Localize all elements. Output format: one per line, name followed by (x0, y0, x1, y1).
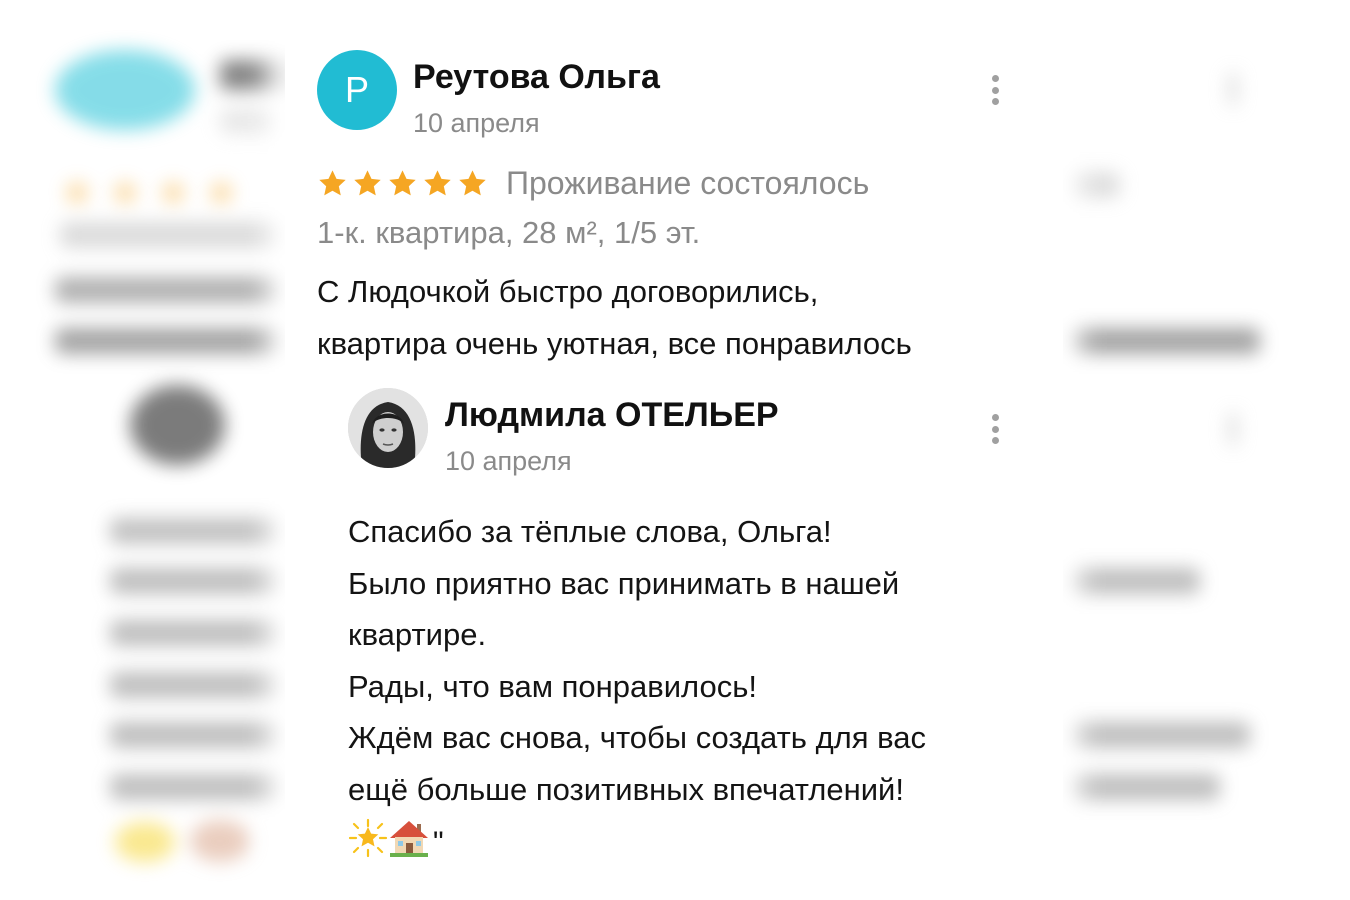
reply-text-line: Спасибо за тёплые слова, Ольга! (348, 514, 832, 549)
reviewer-name[interactable]: Реутова Ольга (413, 58, 660, 97)
reply-text: Спасибо за тёплые слова, Ольга! Было при… (348, 506, 1048, 815)
star-icon (354, 170, 381, 196)
blurred-text-line (110, 518, 285, 544)
review-text: С Людочкой быстро договорились, квартира… (317, 266, 1047, 370)
review-text-line: С Людочкой быстро договорились, (317, 274, 819, 309)
blurred-text-line (110, 774, 285, 800)
reply-date: 10 апреля (445, 446, 572, 476)
blurred-menu (1228, 72, 1238, 106)
blurred-stars: ★★★★ (60, 172, 253, 214)
blurred-menu (1228, 412, 1238, 446)
reply-text-line: Ждём вас снова, чтобы создать для вас (348, 720, 927, 755)
glowing-star-icon (348, 818, 388, 858)
star-icon (459, 170, 486, 196)
review-date: 10 апреля (413, 108, 540, 138)
blurred-text-line (1065, 328, 1260, 354)
reply-text-line: ещё больше позитивных впечатлений! (348, 771, 904, 807)
review-text-line: квартира очень уютная, все понравилось (317, 326, 912, 361)
blurred-date-line (220, 108, 280, 134)
reviewer-avatar[interactable]: Р (317, 50, 397, 130)
more-vertical-icon[interactable] (992, 414, 1000, 444)
blurred-text-line (1065, 568, 1200, 594)
star-rating (317, 168, 488, 199)
blurred-avatar (55, 50, 195, 130)
blurred-text-line (1065, 774, 1220, 800)
blurred-reply-avatar (130, 385, 225, 465)
reply-text-line: Рады, что вам понравилось! (348, 668, 757, 704)
blurred-text-line (55, 328, 285, 354)
trailing-quote: " (433, 826, 444, 859)
house-icon (390, 821, 428, 857)
blurred-text-line (110, 620, 285, 646)
host-avatar[interactable] (348, 388, 428, 468)
blurred-text-line (110, 672, 285, 698)
star-icon (389, 170, 416, 196)
blurred-emoji (190, 820, 250, 862)
star-icon (424, 170, 451, 196)
review-card: Р Реутова Ольга 10 апреля Проживание сос… (285, 0, 1063, 900)
reply-text-line: квартире. (348, 617, 487, 652)
star-icon (319, 170, 346, 196)
host-photo (348, 388, 428, 468)
blurred-text-line (60, 222, 285, 248)
rating-row: Проживание состоялось (317, 165, 869, 202)
reply-emoji-row: " (348, 818, 444, 858)
reply-text-line: Было приятно вас принимать в нашей (348, 565, 900, 601)
blurred-text-line (110, 722, 285, 748)
review-screenshot: ★★★★ Р Реутова Ольга 10 апреля Проживани… (0, 0, 1350, 900)
blurred-text-line (1065, 722, 1250, 748)
blurred-text-line (55, 277, 285, 303)
blurred-emoji (115, 822, 175, 862)
blurred-text-line (110, 568, 285, 594)
host-name[interactable]: Людмила ОТЕЛЬЕР (445, 396, 779, 435)
stay-status: Проживание состоялось (506, 165, 870, 201)
apartment-info: 1-к. квартира, 28 м², 1/5 эт. (317, 215, 701, 250)
blurred-text-line (1065, 172, 1120, 198)
more-vertical-icon[interactable] (992, 75, 1000, 105)
